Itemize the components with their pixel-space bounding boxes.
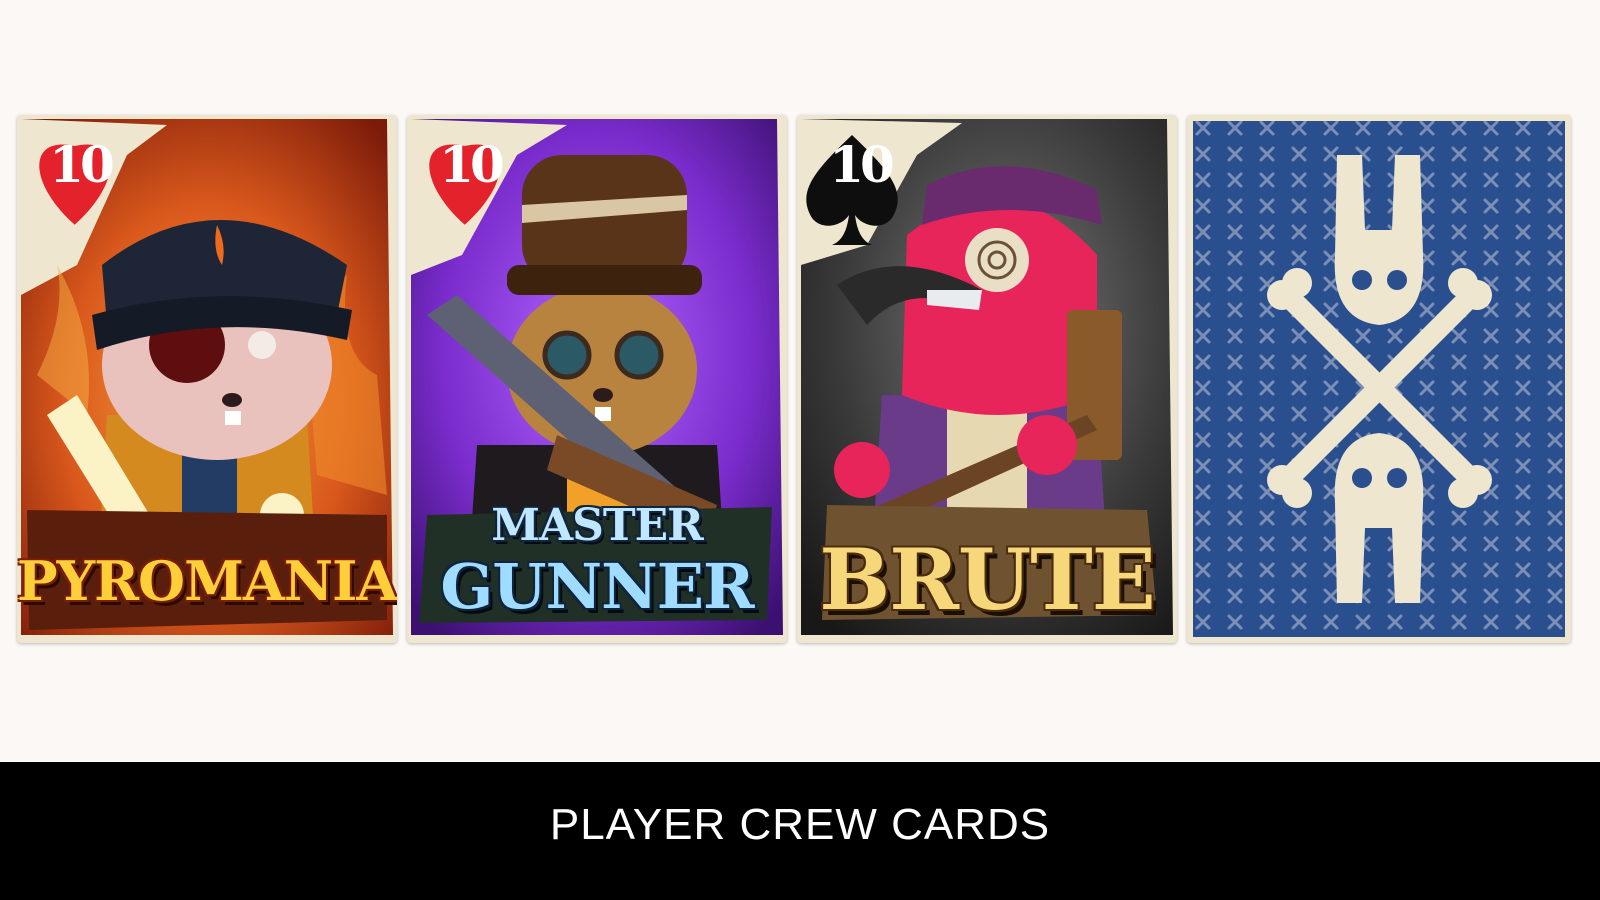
card-back-artwork — [1187, 115, 1571, 643]
card-rank: 10 — [49, 135, 115, 194]
card-title-line2: GUNNER — [440, 550, 754, 623]
caption-title: PLAYER CREW CARDS — [549, 800, 1051, 849]
card-row: 10 PYROMANIAC — [0, 0, 1600, 760]
card-rank: 10 — [439, 135, 505, 194]
card-title-line1: MASTER — [491, 500, 703, 551]
card-title: PYROMANIAC — [17, 549, 397, 613]
caption-bar: PLAYER CREW CARDS — [0, 762, 1600, 900]
card-brute[interactable]: 10 BRUTE — [797, 115, 1177, 643]
card-master-gunner[interactable]: 10 MASTER GUNNER — [407, 115, 787, 643]
card-rank: 10 — [829, 135, 895, 194]
card-pyromaniac[interactable]: 10 PYROMANIAC — [17, 115, 397, 643]
card-back[interactable] — [1187, 115, 1571, 643]
card-title: BRUTE — [819, 530, 1156, 629]
